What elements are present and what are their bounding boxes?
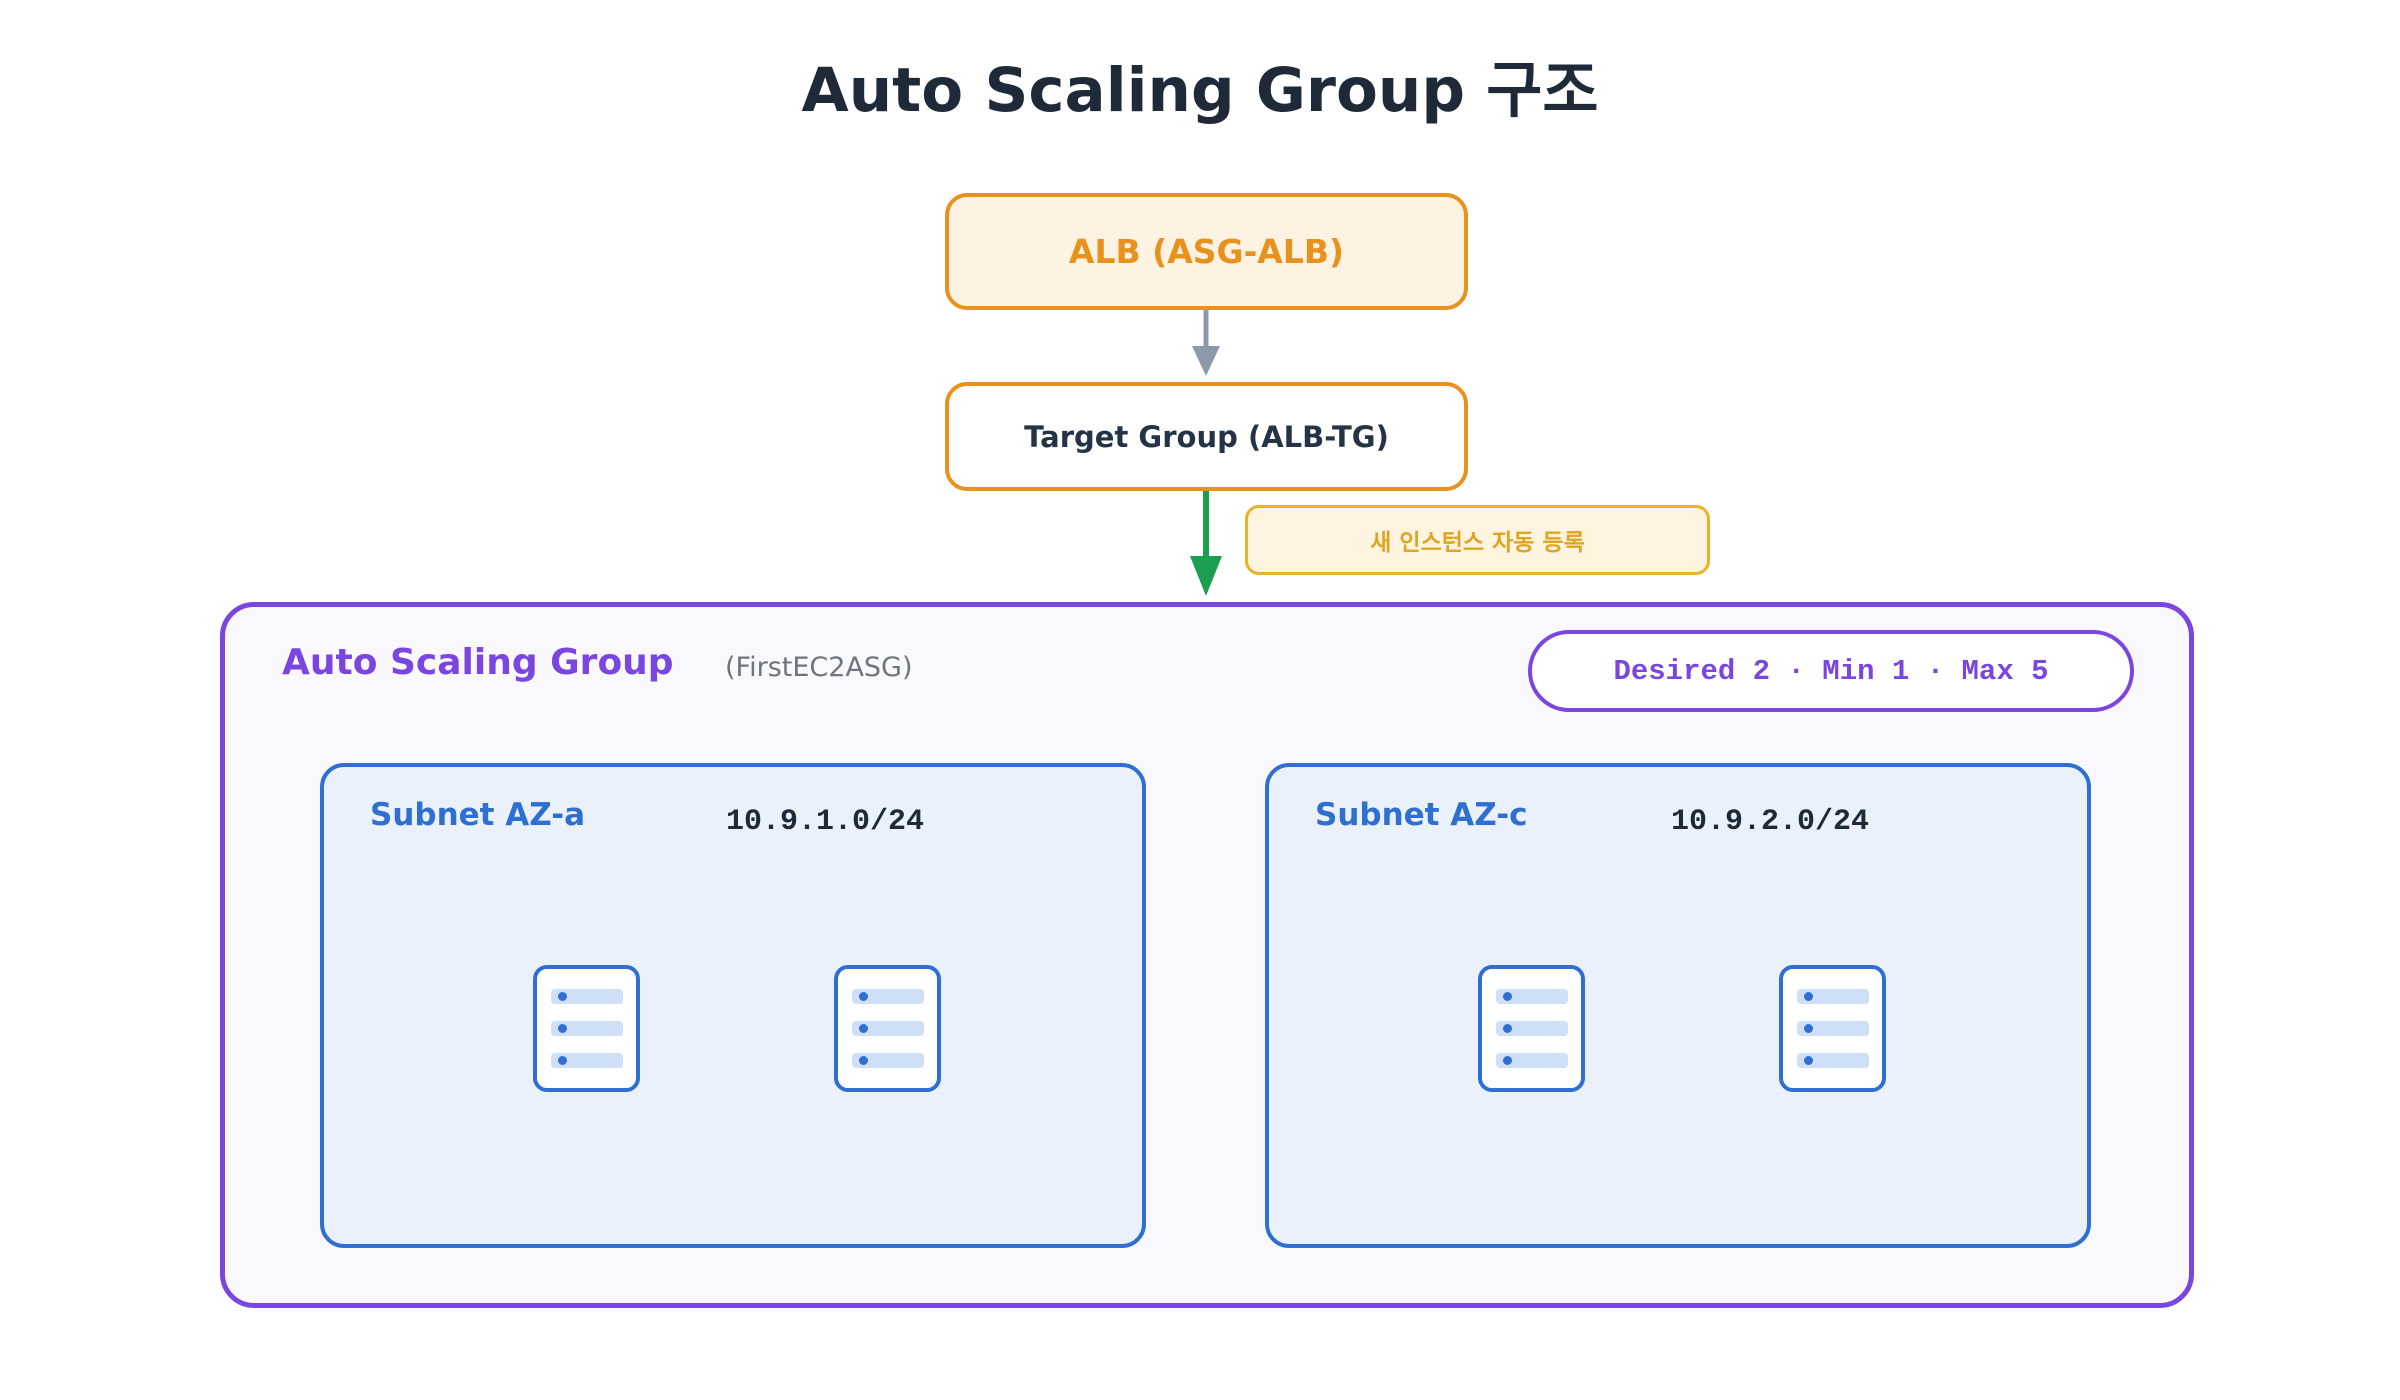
server-icon[interactable] — [533, 965, 640, 1092]
subnet-cidr: 10.9.2.0/24 — [1671, 805, 1870, 839]
target-group-label: Target Group (ALB-TG) — [1024, 419, 1389, 454]
target-group-node[interactable]: Target Group (ALB-TG) — [945, 382, 1468, 491]
subnet-az-c: Subnet AZ-c 10.9.2.0/24 — [1265, 763, 2091, 1248]
subnet-az-a: Subnet AZ-a 10.9.1.0/24 — [320, 763, 1146, 1248]
capacity-text: Desired 2 · Min 1 · Max 5 — [1613, 654, 2049, 688]
asg-name: (FirstEC2ASG) — [725, 652, 913, 683]
server-icon[interactable] — [1779, 965, 1886, 1092]
server-icon[interactable] — [834, 965, 941, 1092]
auto-register-note-label: 새 인스턴스 자동 등록 — [1370, 530, 1585, 556]
alb-to-tg-arrowhead — [1192, 346, 1220, 376]
server-icon[interactable] — [1478, 965, 1585, 1092]
asg-label: Auto Scaling Group — [282, 642, 674, 683]
auto-register-note: 새 인스턴스 자동 등록 — [1245, 505, 1710, 575]
subnet-label: Subnet AZ-a — [370, 797, 586, 833]
tg-to-asg-arrowhead — [1190, 556, 1222, 596]
capacity-badge: Desired 2 · Min 1 · Max 5 — [1528, 630, 2134, 712]
subnet-label: Subnet AZ-c — [1315, 797, 1528, 833]
subnet-cidr: 10.9.1.0/24 — [726, 805, 925, 839]
